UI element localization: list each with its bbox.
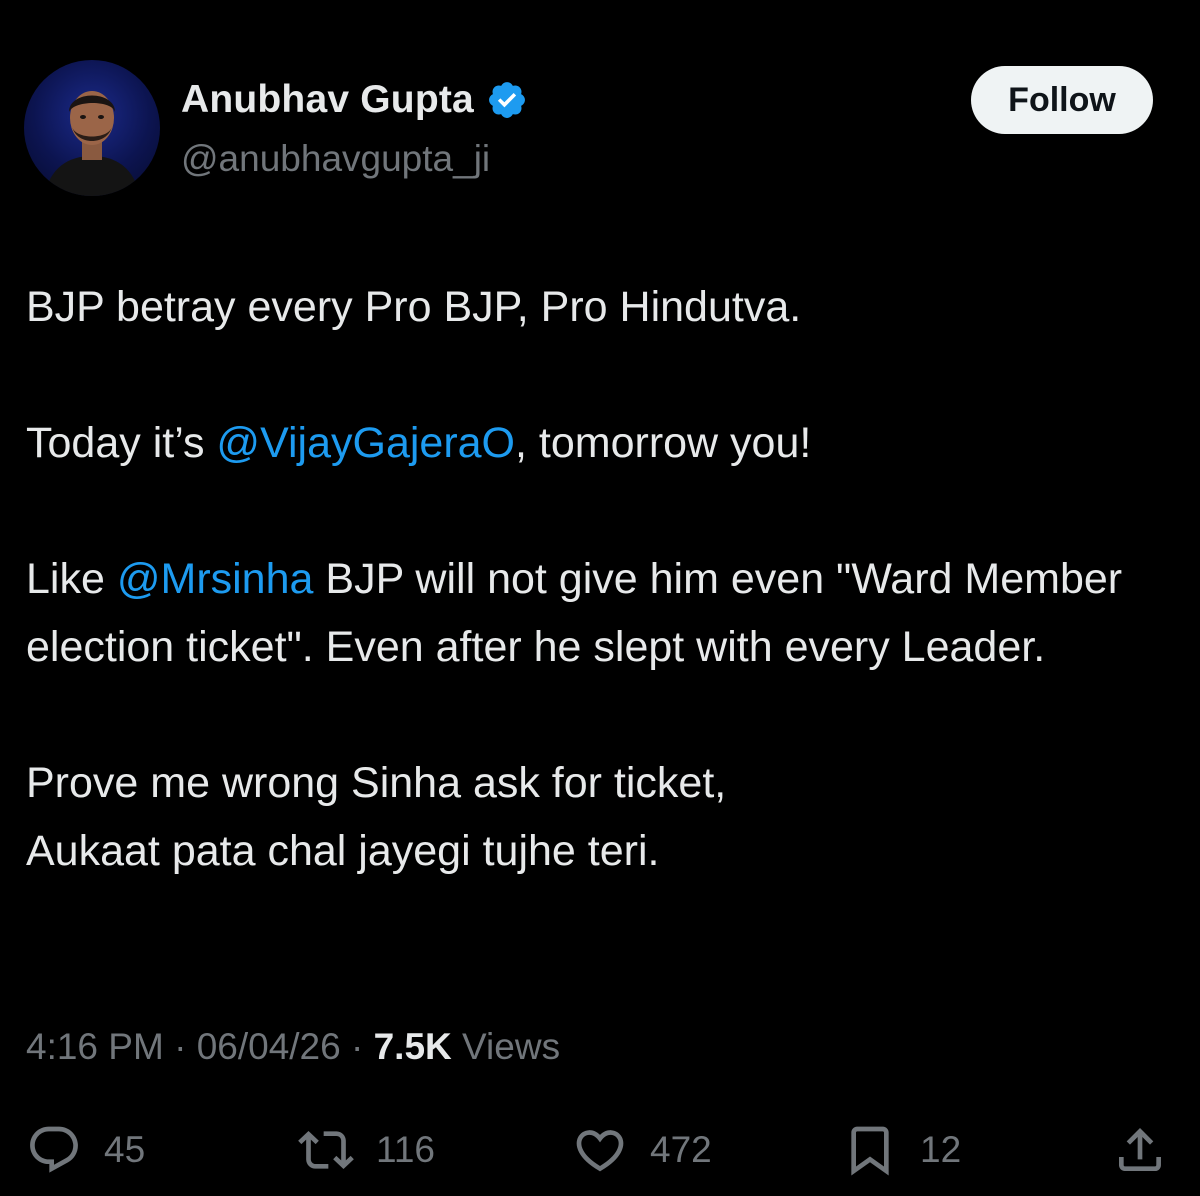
meta-separator: ·: [163, 1026, 197, 1067]
mention-link[interactable]: @Mrsinha: [117, 555, 314, 603]
bookmark-icon: [851, 1126, 889, 1176]
meta-separator: ·: [340, 1026, 374, 1067]
retweet-icon: [298, 1131, 354, 1169]
tweet-line-4a: Prove me wrong Sinha ask for ticket,: [26, 759, 727, 807]
reply-button[interactable]: 45: [26, 1115, 145, 1185]
action-bar: 45 116 472 12: [0, 1115, 1200, 1185]
tweet-line-3: Like @Mrsinha BJP will not give him even…: [26, 545, 1176, 681]
author-name-row: Anubhav Gupta: [181, 78, 528, 122]
like-count: 472: [650, 1129, 712, 1170]
avatar[interactable]: [24, 60, 160, 196]
retweet-count: 116: [376, 1129, 435, 1170]
tweet: Anubhav Gupta @anubhavgupta_ji Follow BJ…: [0, 0, 1200, 1196]
views-count: 7.5K: [373, 1026, 452, 1067]
display-name[interactable]: Anubhav Gupta: [181, 78, 474, 122]
tweet-line-2: Today it’s @VijayGajeraO, tomorrow you!: [26, 409, 1176, 477]
reply-icon: [30, 1126, 78, 1173]
tweet-line-1: BJP betray every Pro BJP, Pro Hindutva.: [26, 283, 802, 331]
author-handle[interactable]: @anubhavgupta_ji: [181, 138, 490, 180]
tweet-text-segment: Like: [26, 555, 117, 603]
tweet-text-segment: , tomorrow you!: [515, 419, 812, 467]
tweet-text-segment: Today it’s: [26, 419, 217, 467]
tweet-meta: 4:16 PM · 06/04/26 · 7.5K Views: [26, 1026, 560, 1068]
bookmark-button[interactable]: 12: [842, 1115, 961, 1185]
tweet-date[interactable]: 06/04/26: [197, 1026, 341, 1067]
follow-button[interactable]: Follow: [971, 66, 1153, 134]
views-label: Views: [451, 1026, 561, 1067]
avatar-photo: [44, 91, 140, 196]
bookmark-count: 12: [920, 1129, 962, 1170]
share-icon: [1119, 1128, 1161, 1171]
tweet-time[interactable]: 4:16 PM: [26, 1026, 164, 1067]
heart-icon: [576, 1130, 624, 1172]
tweet-text: BJP betray every Pro BJP, Pro Hindutva. …: [26, 273, 1176, 885]
retweet-button[interactable]: 116: [298, 1115, 435, 1185]
share-button[interactable]: [1112, 1115, 1168, 1185]
reply-count: 45: [104, 1129, 146, 1170]
mention-link[interactable]: @VijayGajeraO: [216, 419, 515, 467]
like-button[interactable]: 472: [572, 1115, 712, 1185]
tweet-line-4b: Aukaat pata chal jayegi tujhe teri.: [26, 827, 660, 875]
verified-badge-icon: [489, 82, 525, 118]
